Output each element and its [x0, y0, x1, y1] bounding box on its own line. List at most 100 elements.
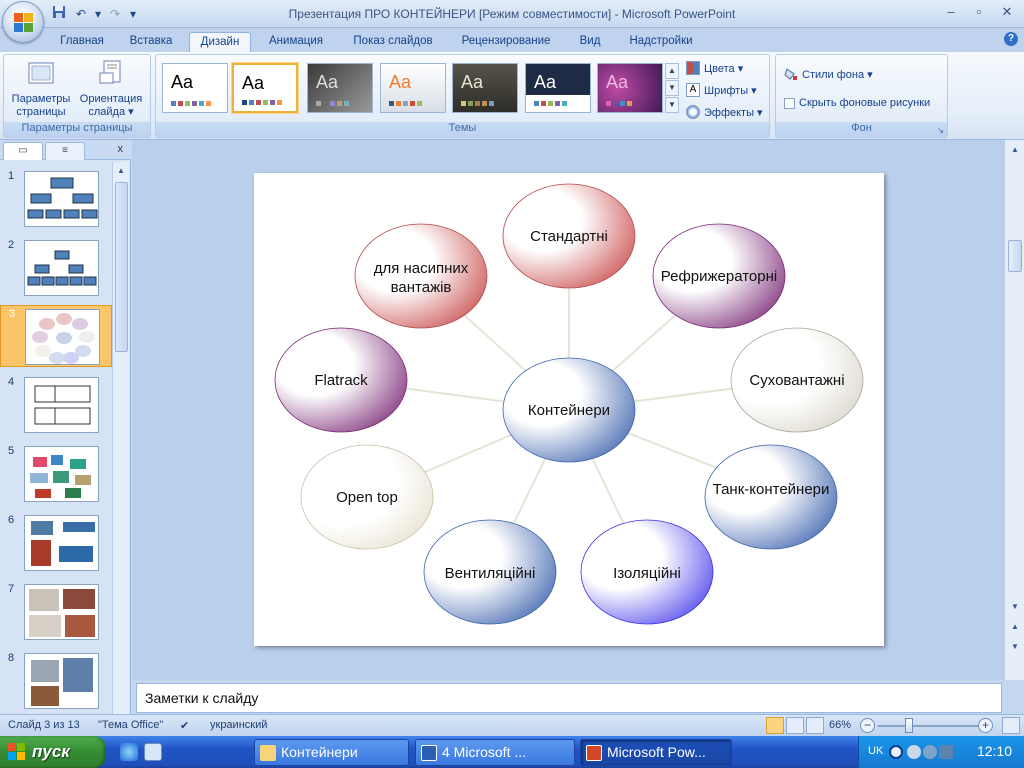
start-button[interactable]: пуск	[0, 736, 106, 768]
show-desktop-icon[interactable]	[144, 743, 162, 761]
window-controls: – ▫ ✕	[938, 3, 1020, 23]
minimize-button[interactable]: –	[938, 3, 964, 23]
zoom-level[interactable]: 66%	[829, 719, 851, 731]
checkbox-icon	[784, 97, 795, 109]
slide-canvas[interactable]: Стандартні Рефрижераторні Суховантажні Т…	[254, 173, 884, 646]
page-setup-button[interactable]: Параметры страницы	[8, 59, 74, 119]
input-language[interactable]: UK	[868, 745, 883, 757]
colors-button[interactable]: Цвета ▾	[686, 61, 743, 75]
task-label: Контейнери	[281, 744, 358, 760]
node-label: Ізоляційні	[613, 565, 681, 582]
tab-review[interactable]: Рецензирование	[452, 32, 560, 52]
slide-thumb-4[interactable]: 4	[0, 374, 112, 436]
notes-pane[interactable]: Заметки к слайду	[136, 683, 1002, 713]
close-icon[interactable]: x	[118, 143, 124, 155]
slide-thumb-8[interactable]: 8	[0, 650, 112, 712]
task-powerpoint[interactable]: Microsoft Pow...	[580, 739, 732, 766]
tab-insert[interactable]: Вставка	[120, 32, 182, 52]
theme-selected[interactable]: Aa	[232, 63, 298, 113]
zoom-slider-knob[interactable]	[905, 718, 913, 733]
background-group-label: Фон	[776, 122, 947, 137]
restore-button[interactable]: ▫	[966, 3, 992, 23]
theme-office-text: Aa	[171, 72, 194, 92]
taskbar: пуск Контейнери 4 Microsoft ... Microsof…	[0, 736, 1024, 768]
hide-background-checkbox[interactable]: Скрыть фоновые рисунки	[784, 97, 930, 109]
normal-view-button[interactable]	[766, 717, 784, 734]
tray-extra-icon[interactable]	[939, 745, 953, 759]
theme-office[interactable]: Aa	[162, 63, 228, 113]
tray-app-icon[interactable]	[907, 745, 921, 759]
slide-number: 6	[8, 514, 15, 526]
theme-navy[interactable]: Aa	[525, 63, 591, 113]
task-word[interactable]: 4 Microsoft ...	[415, 739, 575, 766]
theme-dark[interactable]: Aa	[452, 63, 518, 113]
network-icon[interactable]	[889, 745, 903, 759]
slide-number: 5	[8, 445, 15, 457]
group-page-setup: Параметры страницы Ориентация слайда ▾ П…	[3, 54, 151, 138]
node-label: Рефрижераторні	[661, 268, 777, 285]
volume-icon[interactable]	[923, 745, 937, 759]
center-label: Контейнери	[528, 402, 610, 419]
gallery-up-icon[interactable]: ▲	[665, 63, 679, 79]
help-icon[interactable]: ?	[1004, 32, 1018, 46]
fit-to-window-button[interactable]	[1002, 717, 1020, 734]
tab-animation[interactable]: Анимация	[260, 32, 332, 52]
theme-purple[interactable]: Aa	[597, 63, 663, 113]
scroll-thumb[interactable]	[115, 182, 128, 352]
background-styles-button[interactable]: Стили фона ▾	[784, 67, 873, 81]
slide-thumbnail	[24, 653, 99, 709]
theme-light[interactable]: Aa	[380, 63, 446, 113]
vertical-scrollbar[interactable]: ▲ ▼ ▲ ▼	[1004, 140, 1024, 680]
slide-thumb-2[interactable]: 2	[0, 237, 112, 299]
fonts-button[interactable]: A Шрифты ▾	[686, 83, 757, 97]
slide-number: 8	[8, 652, 15, 664]
slide-thumbnail	[24, 515, 99, 571]
scroll-up-icon[interactable]: ▲	[114, 164, 128, 178]
theme-name[interactable]: "Тема Office"	[98, 719, 163, 731]
slide-thumb-6[interactable]: 6	[0, 512, 112, 574]
zoom-slider[interactable]	[878, 725, 978, 727]
effects-label: Эффекты ▾	[704, 106, 763, 119]
internet-explorer-icon[interactable]	[120, 743, 138, 761]
spellcheck-icon[interactable]: ✔	[180, 719, 189, 732]
tab-design[interactable]: Дизайн	[189, 32, 251, 52]
gallery-down-icon[interactable]: ▼	[665, 80, 679, 96]
node-label: Суховантажні	[749, 372, 844, 389]
theme-gallery-scroll[interactable]: ▲ ▼ ▼	[665, 63, 679, 113]
slides-panel-scrollbar[interactable]: ▲	[112, 162, 129, 714]
fonts-label: Шрифты ▾	[704, 84, 757, 97]
scroll-thumb[interactable]	[1008, 240, 1022, 272]
hide-background-label: Скрыть фоновые рисунки	[799, 97, 931, 109]
slide-sorter-button[interactable]	[786, 717, 804, 734]
tab-home[interactable]: Главная	[52, 32, 112, 52]
effects-button[interactable]: Эффекты ▾	[686, 105, 763, 119]
scroll-down-icon[interactable]: ▼	[1008, 600, 1022, 614]
dialog-launcher-icon[interactable]: ↘	[937, 126, 944, 135]
slide-thumb-7[interactable]: 7	[0, 581, 112, 643]
tab-addins[interactable]: Надстройки	[620, 32, 702, 52]
tab-slides-icon[interactable]: ▭	[3, 142, 43, 160]
tab-view[interactable]: Вид	[570, 32, 610, 52]
slide-thumbnail	[24, 171, 99, 227]
zoom-in-button[interactable]: +	[978, 718, 993, 733]
status-bar: Слайд 3 из 13 "Тема Office" ✔ украинский…	[0, 714, 1024, 736]
scroll-up-icon[interactable]: ▲	[1008, 143, 1022, 157]
zoom-out-button[interactable]: −	[860, 718, 875, 733]
slideshow-button[interactable]	[806, 717, 824, 734]
tab-slideshow[interactable]: Показ слайдов	[344, 32, 442, 52]
next-slide-icon[interactable]: ▼	[1008, 640, 1022, 654]
clock: 12:10	[976, 743, 1012, 759]
office-button[interactable]	[2, 1, 44, 43]
language-indicator[interactable]: украинский	[210, 719, 267, 731]
theme-gray[interactable]: Aa	[307, 63, 373, 113]
tab-outline-icon[interactable]: ≡	[45, 142, 85, 160]
colors-icon	[686, 61, 700, 75]
slide-thumb-3[interactable]: 3	[0, 305, 112, 367]
orientation-button[interactable]: Ориентация слайда ▾	[76, 59, 146, 119]
previous-slide-icon[interactable]: ▲	[1008, 620, 1022, 634]
slide-thumb-5[interactable]: 5	[0, 443, 112, 505]
close-button[interactable]: ✕	[994, 3, 1020, 23]
slide-thumb-1[interactable]: 1	[0, 168, 112, 230]
gallery-more-icon[interactable]: ▼	[665, 97, 679, 113]
task-folder[interactable]: Контейнери	[254, 739, 409, 766]
